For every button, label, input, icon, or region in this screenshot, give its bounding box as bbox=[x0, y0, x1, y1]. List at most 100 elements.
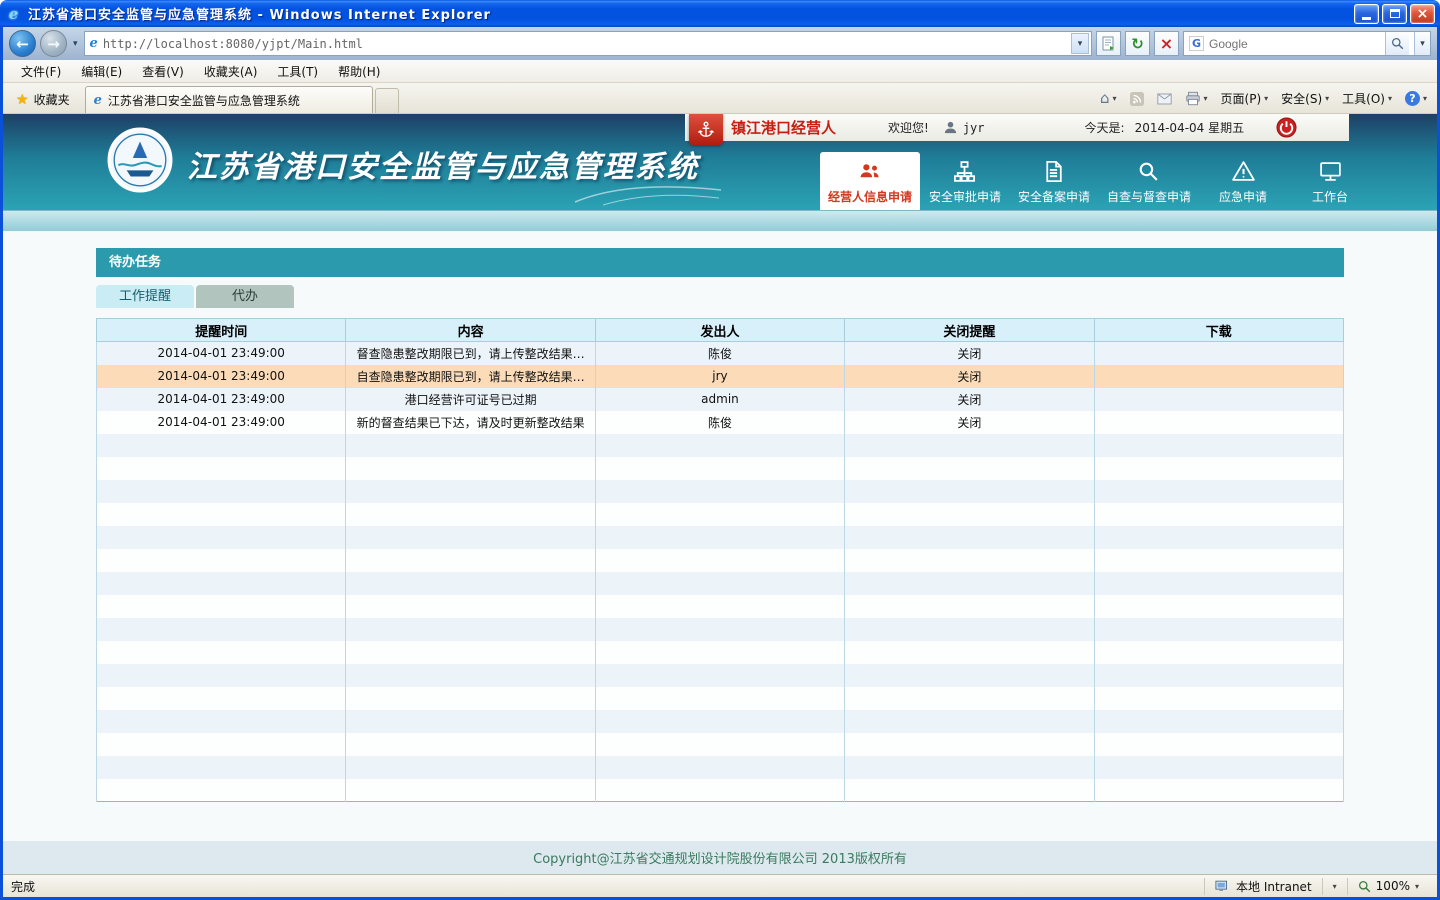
favorites-button[interactable]: ★ 收藏夹 bbox=[7, 86, 79, 113]
reminder-sender: 陈俊 bbox=[595, 411, 844, 434]
window-title: 江苏省港口安全监管与应急管理系统 - Windows Internet Expl… bbox=[28, 4, 1351, 23]
reminder-time bbox=[97, 434, 346, 457]
user-organization: 镇江港口经营人 bbox=[731, 117, 836, 138]
address-toolbar: ← → ▾ e ▾ ↻ × G bbox=[3, 27, 1437, 60]
download-cell bbox=[1094, 434, 1343, 457]
reminder-content bbox=[346, 549, 595, 572]
nav-item-operator-info[interactable]: 经营人信息申请 bbox=[820, 152, 920, 210]
emergency-icon bbox=[1231, 159, 1256, 184]
close-reminder-link bbox=[845, 503, 1094, 526]
menu-file[interactable]: 文件(F) bbox=[11, 61, 71, 82]
status-text: 完成 bbox=[11, 878, 1204, 895]
reminder-content bbox=[346, 480, 595, 503]
print-button[interactable]: ▾ bbox=[1179, 88, 1214, 109]
menu-help[interactable]: 帮助(H) bbox=[328, 61, 390, 82]
download-cell bbox=[1094, 756, 1343, 779]
nav-item-workbench[interactable]: 工作台 bbox=[1287, 152, 1373, 210]
minimize-button[interactable] bbox=[1354, 4, 1379, 24]
protected-mode-section[interactable]: ▾ bbox=[1322, 878, 1347, 895]
nav-item-safety-record[interactable]: 安全备案申请 bbox=[1010, 152, 1098, 210]
download-cell bbox=[1094, 457, 1343, 480]
close-reminder-link[interactable]: 关闭 bbox=[845, 365, 1094, 388]
download-cell bbox=[1094, 641, 1343, 664]
nav-item-inspection[interactable]: 自查与督查申请 bbox=[1099, 152, 1199, 210]
menu-view[interactable]: 查看(V) bbox=[132, 61, 194, 82]
download-cell bbox=[1094, 480, 1343, 503]
menu-edit[interactable]: 编辑(E) bbox=[71, 61, 132, 82]
nav-item-emergency[interactable]: 应急申请 bbox=[1200, 152, 1286, 210]
workbench-icon bbox=[1318, 159, 1343, 184]
decorative-swoosh bbox=[573, 178, 723, 206]
star-icon: ★ bbox=[16, 92, 29, 108]
empty-row bbox=[97, 756, 1344, 779]
inspection-icon bbox=[1136, 159, 1161, 184]
address-input[interactable] bbox=[103, 37, 1066, 51]
help-icon: ? bbox=[1405, 91, 1420, 106]
empty-row bbox=[97, 618, 1344, 641]
reminder-time bbox=[97, 687, 346, 710]
tab-work-reminder[interactable]: 工作提醒 bbox=[96, 285, 194, 308]
maximize-button[interactable] bbox=[1382, 4, 1407, 24]
back-button[interactable]: ← bbox=[9, 30, 36, 57]
download-cell bbox=[1094, 342, 1343, 365]
nav-label: 自查与督查申请 bbox=[1107, 188, 1191, 205]
reminder-time bbox=[97, 549, 346, 572]
anchor-icon bbox=[689, 114, 723, 145]
new-tab-stub[interactable] bbox=[375, 88, 399, 113]
search-button[interactable] bbox=[1385, 32, 1409, 55]
favorites-label: 收藏夹 bbox=[34, 91, 70, 108]
address-dropdown[interactable]: ▾ bbox=[1071, 33, 1089, 54]
safety-menu-button[interactable]: 安全(S)▾ bbox=[1275, 87, 1335, 110]
logout-button[interactable] bbox=[1276, 117, 1297, 138]
stop-button[interactable]: × bbox=[1154, 31, 1179, 56]
reminder-time bbox=[97, 664, 346, 687]
download-cell bbox=[1094, 526, 1343, 549]
reminder-content bbox=[346, 595, 595, 618]
zoom-magnifier-icon bbox=[1358, 880, 1371, 893]
close-reminder-link[interactable]: 关闭 bbox=[845, 342, 1094, 365]
page-menu-label: 页面(P) bbox=[1221, 90, 1262, 107]
reminder-time bbox=[97, 733, 346, 756]
close-reminder-link bbox=[845, 595, 1094, 618]
nav-item-safety-approval[interactable]: 安全审批申请 bbox=[921, 152, 1009, 210]
search-box[interactable]: G ▾ bbox=[1183, 31, 1431, 56]
close-reminder-link[interactable]: 关闭 bbox=[845, 388, 1094, 411]
search-dropdown[interactable]: ▾ bbox=[1414, 32, 1430, 55]
home-button[interactable]: ⌂▾ bbox=[1094, 88, 1123, 109]
title-bar[interactable]: e 江苏省港口安全监管与应急管理系统 - Windows Internet Ex… bbox=[0, 0, 1440, 27]
feeds-button[interactable] bbox=[1124, 89, 1150, 109]
reminder-time: 2014-04-01 23:49:00 bbox=[97, 342, 346, 365]
zoom-control[interactable]: 100% ▾ bbox=[1347, 878, 1429, 895]
history-dropdown[interactable]: ▾ bbox=[71, 39, 80, 49]
main-content: 待办任务 工作提醒 代办 提醒时间 内容 发出人 关闭提醒 bbox=[3, 231, 1437, 841]
tools-menu-button[interactable]: 工具(O)▾ bbox=[1336, 87, 1398, 110]
main-navigation: 经营人信息申请 安全审批申请 bbox=[820, 152, 1373, 210]
reminder-time bbox=[97, 526, 346, 549]
security-zone: 本地 Intranet bbox=[1204, 878, 1322, 895]
reminder-time: 2014-04-01 23:49:00 bbox=[97, 411, 346, 434]
reminder-content: 新的督查结果已下达，请及时更新整改结果 bbox=[346, 411, 595, 434]
compatibility-icon bbox=[1102, 36, 1116, 52]
close-reminder-link bbox=[845, 572, 1094, 595]
close-reminder-link[interactable]: 关闭 bbox=[845, 411, 1094, 434]
refresh-button[interactable]: ↻ bbox=[1125, 31, 1150, 56]
help-button[interactable]: ?▾ bbox=[1399, 88, 1433, 109]
help-dropdown-caret: ▾ bbox=[1423, 94, 1427, 103]
page-menu-button[interactable]: 页面(P)▾ bbox=[1215, 87, 1275, 110]
reminder-content: 自查隐患整改期限已到，请上传整改结果… bbox=[346, 365, 595, 388]
tab-agency[interactable]: 代办 bbox=[196, 285, 294, 308]
reminder-sender bbox=[595, 549, 844, 572]
browser-tab[interactable]: e 江苏省港口安全监管与应急管理系统 bbox=[85, 86, 373, 113]
address-bar[interactable]: e ▾ bbox=[84, 31, 1092, 56]
read-mail-button[interactable] bbox=[1151, 90, 1178, 108]
compatibility-view-button[interactable] bbox=[1096, 31, 1121, 56]
forward-button[interactable]: → bbox=[40, 30, 67, 57]
header-sender: 发出人 bbox=[595, 319, 844, 342]
search-input[interactable] bbox=[1209, 37, 1380, 51]
menu-favorites[interactable]: 收藏夹(A) bbox=[194, 61, 268, 82]
reminder-content bbox=[346, 572, 595, 595]
empty-row bbox=[97, 526, 1344, 549]
menu-tools[interactable]: 工具(T) bbox=[267, 61, 328, 82]
close-button[interactable]: × bbox=[1410, 4, 1435, 24]
reminder-content bbox=[346, 756, 595, 779]
